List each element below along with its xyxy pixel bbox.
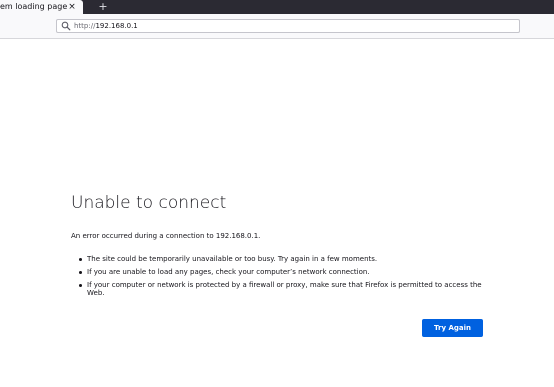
- browser-window: Problem loading page × + http://192.168.…: [0, 0, 554, 387]
- tab-strip: Problem loading page × +: [0, 0, 554, 14]
- list-item: If you are unable to load any pages, che…: [79, 268, 491, 276]
- url-text[interactable]: http://192.168.0.1: [74, 20, 138, 32]
- new-tab-button[interactable]: +: [96, 0, 110, 14]
- url-bar[interactable]: http://192.168.0.1: [56, 19, 520, 33]
- navigation-bar: http://192.168.0.1: [0, 14, 554, 39]
- url-host: 192.168.0.1: [95, 22, 138, 30]
- tab-problem-loading-page[interactable]: Problem loading page ×: [0, 0, 83, 14]
- url-protocol: http://: [74, 22, 96, 30]
- list-item: The site could be temporarily unavailabl…: [79, 255, 491, 263]
- tab-title: Problem loading page: [0, 2, 68, 11]
- error-description: An error occurred during a connection to…: [71, 232, 261, 240]
- error-page: Unable to connect An error occurred duri…: [0, 39, 554, 387]
- suggestion-list: The site could be temporarily unavailabl…: [71, 255, 491, 302]
- try-again-button[interactable]: Try Again: [422, 319, 483, 337]
- list-item: If your computer or network is protected…: [79, 281, 491, 297]
- close-icon[interactable]: ×: [66, 1, 78, 13]
- error-title: Unable to connect: [71, 193, 227, 213]
- search-icon: [61, 21, 71, 31]
